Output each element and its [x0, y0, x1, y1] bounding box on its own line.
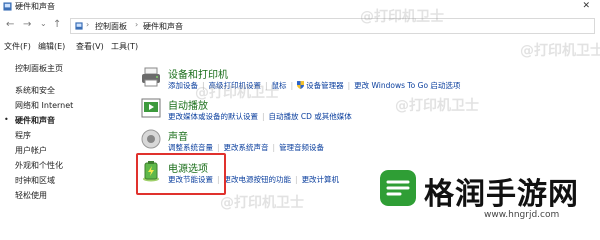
- link-change-computer[interactable]: 更改计算机: [302, 175, 340, 184]
- printer-icon: [142, 67, 160, 87]
- category-links: 调整系统音量 | 更改系统声音 | 管理音频设备: [168, 143, 325, 152]
- link-change-sounds[interactable]: 更改系统声音: [224, 143, 269, 152]
- menu-edit[interactable]: 编辑(E): [38, 41, 65, 52]
- control-panel-icon: [3, 2, 12, 11]
- watermark: @打印机卫士: [360, 9, 444, 25]
- link-power-button[interactable]: 更改电源按钮的功能: [224, 175, 292, 184]
- menu-bar: 文件(F) 编辑(E) 查看(V) 工具(T): [0, 39, 600, 53]
- breadcrumb-control-panel[interactable]: 控制面板: [95, 21, 127, 32]
- window-title: 硬件和声音: [15, 2, 55, 11]
- category-links: 更改媒体或设备的默认设置 | 自动播放 CD 或其他媒体: [168, 112, 352, 121]
- link-device-manager[interactable]: 设备管理器: [306, 81, 344, 90]
- autoplay-icon: [141, 98, 161, 118]
- sidebar-item-home[interactable]: 控制面板主页: [15, 63, 63, 74]
- sidebar: 控制面板主页 系统和安全 网络和 Internet • 硬件和声音 程序 用户帐…: [0, 58, 120, 208]
- menu-file[interactable]: 文件(F): [4, 41, 31, 52]
- address-row: ← → ⌄ ↑ › 控制面板 › 硬件和声音: [0, 14, 600, 36]
- highlight-box: [136, 153, 226, 195]
- control-panel-icon: [75, 22, 83, 30]
- breadcrumb-separator: ›: [135, 20, 139, 29]
- category-title[interactable]: 声音: [168, 128, 188, 143]
- active-bullet: •: [4, 115, 9, 124]
- sidebar-item-clock-region[interactable]: 时钟和区域: [15, 175, 55, 186]
- forward-button[interactable]: →: [23, 19, 31, 31]
- sidebar-item-ease-of-access[interactable]: 轻松使用: [15, 190, 47, 201]
- site-branding: 格润手游网 www.hngrjd.com: [380, 160, 600, 233]
- category-title[interactable]: 设备和打印机: [168, 66, 228, 81]
- sidebar-item-programs[interactable]: 程序: [15, 130, 31, 141]
- sidebar-item-network[interactable]: 网络和 Internet: [15, 100, 73, 111]
- back-button[interactable]: ←: [6, 19, 14, 31]
- title-bar: 硬件和声音 ✕: [0, 0, 600, 13]
- link-add-device[interactable]: 添加设备: [168, 81, 198, 90]
- watermark: @打印机卫士: [220, 195, 304, 211]
- link-windows-to-go[interactable]: 更改 Windows To Go 启动选项: [354, 81, 460, 90]
- sidebar-item-appearance[interactable]: 外观和个性化: [15, 160, 63, 171]
- up-button[interactable]: ↑: [53, 19, 61, 31]
- link-autoplay-cd[interactable]: 自动播放 CD 或其他媒体: [269, 112, 352, 121]
- sidebar-item-user-accounts[interactable]: 用户帐户: [15, 145, 47, 156]
- speaker-icon: [141, 129, 161, 149]
- address-bar[interactable]: › 控制面板 › 硬件和声音: [70, 18, 595, 34]
- sidebar-item-system-security[interactable]: 系统和安全: [15, 85, 55, 96]
- sidebar-item-hardware-sound[interactable]: 硬件和声音: [15, 115, 55, 126]
- menu-tools[interactable]: 工具(T): [111, 41, 138, 52]
- watermark: @打印机卫士: [520, 43, 600, 59]
- brand-name: 格润手游网: [424, 177, 579, 212]
- shield-icon: [297, 81, 305, 89]
- watermark: @打印机卫士: [195, 85, 279, 101]
- recent-dropdown-button[interactable]: ⌄: [40, 18, 47, 30]
- link-manage-audio[interactable]: 管理音频设备: [279, 143, 324, 152]
- brand-logo-icon: [380, 170, 416, 206]
- watermark: @打印机卫士: [395, 98, 479, 114]
- breadcrumb-hardware-sound[interactable]: 硬件和声音: [143, 21, 183, 32]
- menu-view[interactable]: 查看(V): [76, 41, 104, 52]
- link-change-media-defaults[interactable]: 更改媒体或设备的默认设置: [168, 112, 258, 121]
- brand-url: www.hngrjd.com: [484, 210, 560, 220]
- link-adjust-volume[interactable]: 调整系统音量: [168, 143, 213, 152]
- breadcrumb-separator: ›: [86, 20, 90, 29]
- close-button[interactable]: ✕: [582, 1, 590, 11]
